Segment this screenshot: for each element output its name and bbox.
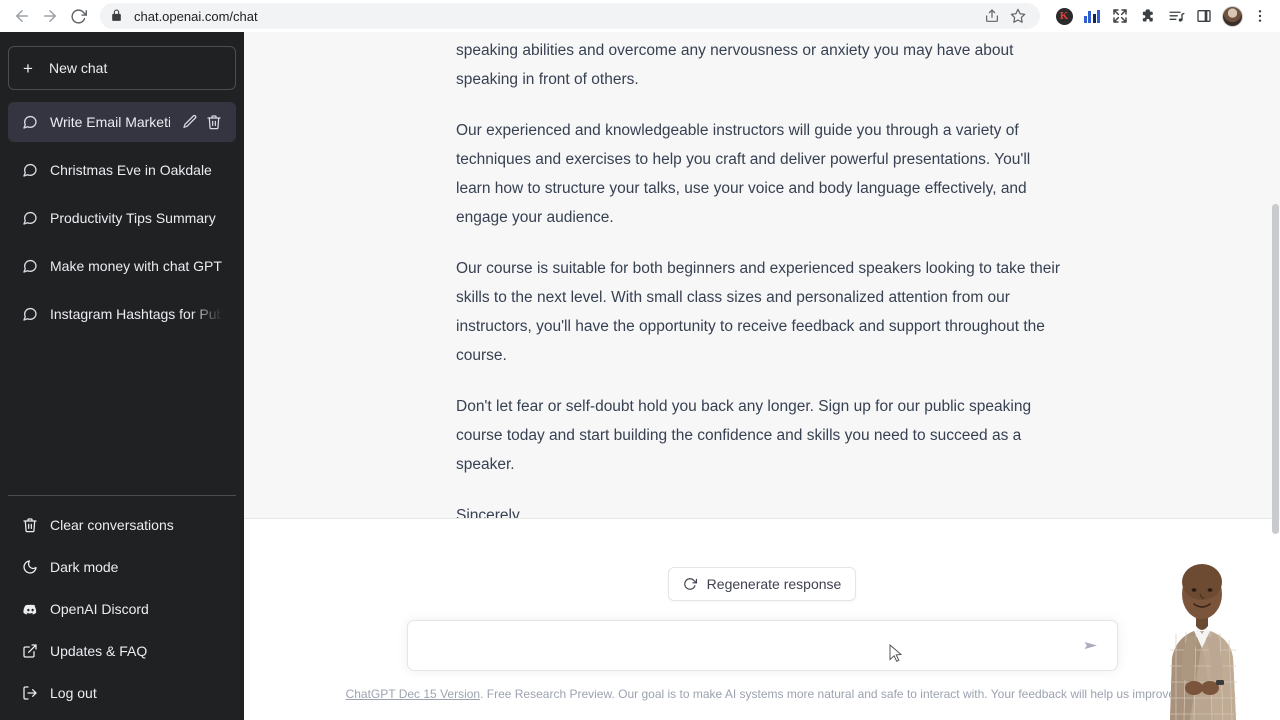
pencil-icon[interactable] [182,114,198,130]
new-chat-button[interactable]: + New chat [8,46,236,90]
version-link[interactable]: ChatGPT Dec 15 Version [346,687,481,701]
sidebar-item-openai-discord[interactable]: OpenAI Discord [8,588,236,630]
discord-icon [22,601,38,617]
sidebar-item-label: Dark mode [50,559,119,575]
paragraph: Don't let fear or self-doubt hold you ba… [456,398,1032,473]
message-input[interactable] [423,637,1081,654]
message-bubble-icon [22,114,38,130]
sidebar-item-updates-and-faq[interactable]: Updates & FAQ [8,630,236,672]
sidebar-chat-make-money-with-chat-gpt[interactable]: Make money with chat GPT [8,246,236,286]
conversation-list: Write Email Marketing Christmas Eve in O… [8,102,236,334]
paragraph: Our experienced and knowledgeable instru… [456,122,1031,226]
expand-extension-icon[interactable] [1108,4,1132,28]
moon-icon [22,559,38,575]
plus-icon: + [23,58,33,78]
sidebar-chat-christmas-eve-in-oakdale[interactable]: Christmas Eve in Oakdale [8,150,236,190]
kaspersky-extension-icon[interactable]: K [1052,4,1076,28]
message-bubble-icon [22,258,38,274]
new-chat-label: New chat [49,60,108,76]
composer-area: Regenerate response ChatGPT Dec 15 Versi… [244,519,1280,720]
lock-icon [110,9,124,23]
back-button[interactable] [8,2,36,30]
share-icon[interactable] [980,4,1004,28]
footer-disclaimer: ChatGPT Dec 15 Version. Free Research Pr… [244,687,1280,701]
external-link-icon [22,643,38,659]
sidebar-divider [8,495,236,496]
chatgpt-app: + New chat Write Email Marketing [0,32,1280,720]
puzzle-extension-icon[interactable] [1136,4,1160,28]
paragraph: speaking abilities and overcome any nerv… [456,42,1014,88]
bookmark-star-icon[interactable] [1006,4,1030,28]
scrollbar-thumb[interactable] [1272,204,1279,534]
chat-title: Make money with chat GPT [50,258,222,274]
address-bar[interactable]: chat.openai.com/chat [100,3,1040,29]
message-bubble-icon [22,306,38,322]
send-icon[interactable] [1081,635,1103,657]
sidebar-item-label: OpenAI Discord [50,601,149,617]
profile-avatar[interactable] [1220,4,1244,28]
bar-chart-extension-icon[interactable] [1080,4,1104,28]
sidebar-item-log-out[interactable]: Log out [8,672,236,714]
trash-icon [22,517,38,533]
signoff: Sincerely, [456,507,523,519]
message-text: speaking abilities and overcome any nerv… [456,32,1068,519]
regenerate-label: Regenerate response [706,576,842,592]
regenerate-wrapper: Regenerate response [244,567,1280,601]
sidebar-item-dark-mode[interactable]: Dark mode [8,546,236,588]
main-panel: speaking abilities and overcome any nerv… [244,32,1280,720]
chat-title: Instagram Hashtags for Public [50,306,222,322]
regenerate-response-button[interactable]: Regenerate response [667,567,857,601]
extension-icons: K [1046,4,1272,28]
paragraph: Our course is suitable for both beginner… [456,260,1060,364]
sidebar: + New chat Write Email Marketing [0,32,244,720]
chat-title: Write Email Marketing [50,114,170,130]
kebab-menu-icon[interactable] [1248,4,1272,28]
sidebar-item-label: Clear conversations [50,517,174,533]
message-input-wrapper[interactable] [406,620,1118,671]
side-panel-icon[interactable] [1192,4,1216,28]
sidebar-chat-write-email-marketing[interactable]: Write Email Marketing [8,102,236,142]
sidebar-item-label: Updates & FAQ [50,643,148,659]
url-text: chat.openai.com/chat [134,8,258,24]
message-bubble-icon [22,162,38,178]
message-bubble-icon [22,210,38,226]
trash-icon[interactable] [206,114,222,130]
refresh-icon [683,577,698,592]
scrollbar-track[interactable] [1272,32,1280,720]
chat-row-actions [182,114,222,130]
sidebar-item-label: Log out [50,685,97,701]
browser-toolbar: chat.openai.com/chat K [0,0,1280,32]
assistant-message: speaking abilities and overcome any nerv… [244,32,1280,519]
sidebar-chat-instagram-hashtags-for-public[interactable]: Instagram Hashtags for Public [8,294,236,334]
sidebar-item-clear-conversations[interactable]: Clear conversations [8,504,236,546]
chat-title: Christmas Eve in Oakdale [50,162,212,178]
sidebar-menu: Clear conversations Dark mode OpenAI Dis… [8,504,236,720]
reload-button[interactable] [64,2,92,30]
chat-title: Productivity Tips Summary [50,210,216,226]
disclaimer-text: . Free Research Preview. Our goal is to … [480,687,1179,701]
sidebar-chat-productivity-tips-summary[interactable]: Productivity Tips Summary [8,198,236,238]
forward-button[interactable] [36,2,64,30]
logout-icon [22,685,38,701]
playlist-extension-icon[interactable] [1164,4,1188,28]
